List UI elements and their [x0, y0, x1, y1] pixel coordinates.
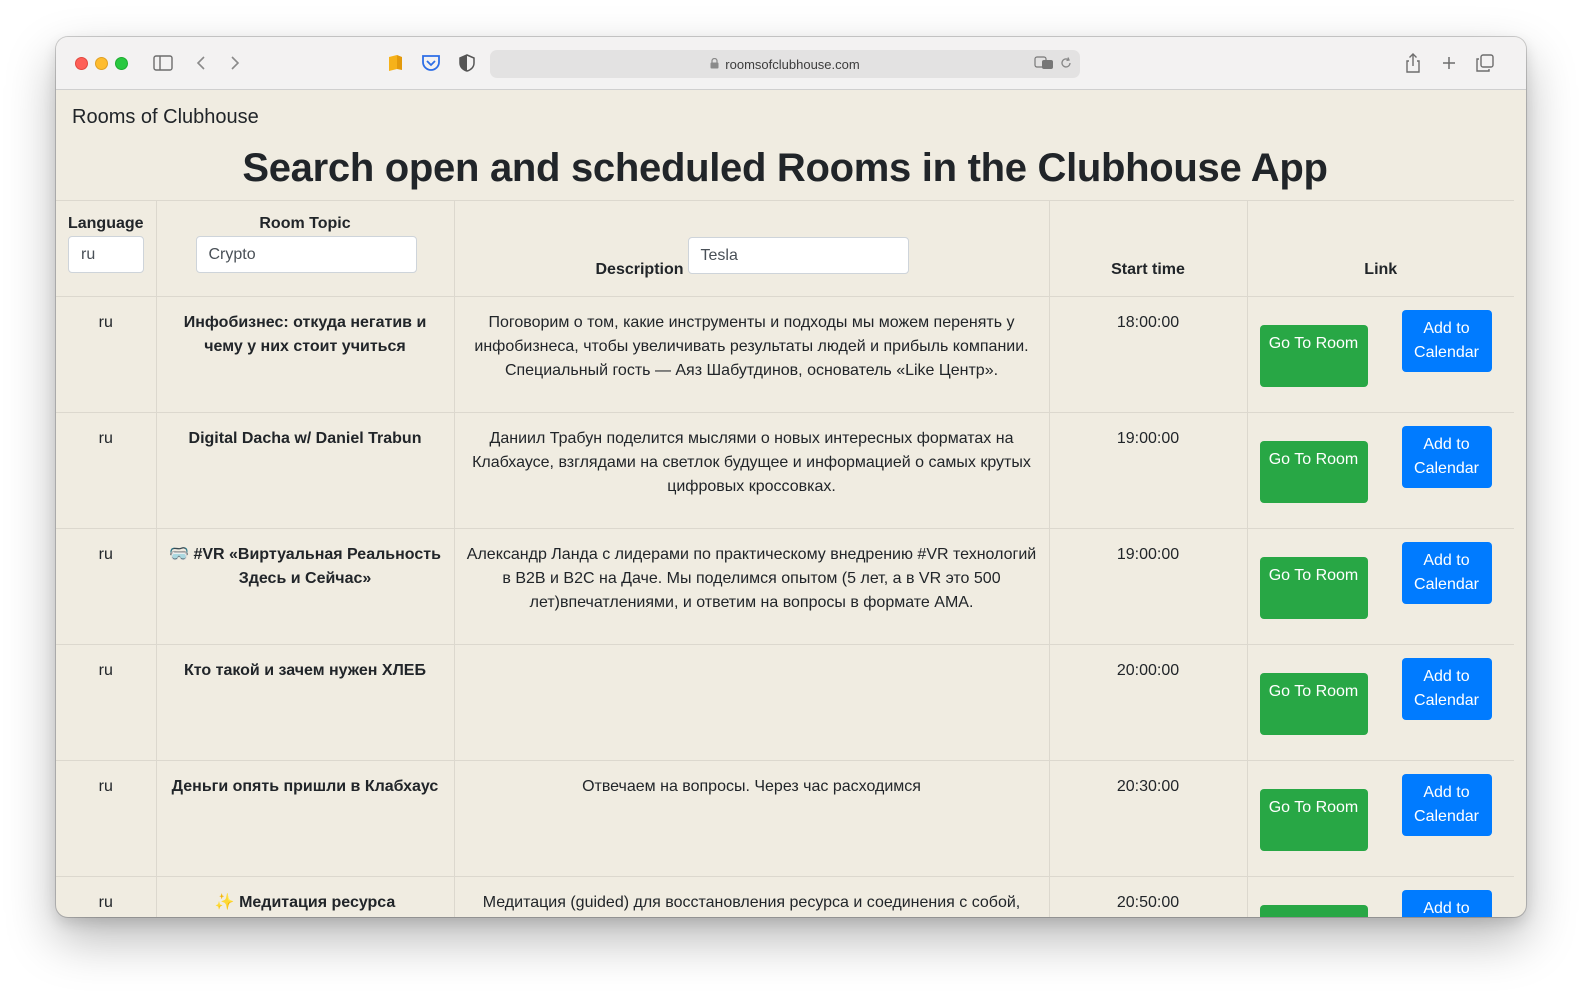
row-start-time: 20:30:00 — [1049, 760, 1248, 877]
rooms-table: Language ru Room Topic Crypto Descriptio… — [56, 200, 1514, 917]
plus-icon[interactable] — [1438, 52, 1460, 74]
row-topic: Кто такой и зачем нужен ХЛЕБ — [156, 644, 455, 761]
row-topic: Деньги опять пришли в Клабхаус — [156, 760, 455, 877]
bookmark-icon[interactable] — [384, 52, 406, 74]
table-row: ru Digital Dacha w/ Daniel Trabun Даниил… — [56, 412, 1514, 529]
go-to-room-button[interactable]: Go To Room — [1259, 789, 1368, 851]
row-description: Поговорим о том, какие инструменты и под… — [454, 296, 1050, 413]
back-icon[interactable] — [192, 52, 210, 74]
url-text: roomsofclubhouse.com — [725, 56, 860, 72]
language-header: Language ru — [56, 200, 157, 297]
go-to-room-button[interactable]: Go To Room — [1259, 441, 1368, 503]
go-to-room-button[interactable]: Go To Room — [1259, 325, 1368, 387]
row-topic: ✨ Медитация ресурса — [156, 876, 455, 917]
go-to-room-button[interactable]: Go To Room — [1259, 905, 1368, 917]
row-links: Go To Room Add to Calendar — [1247, 296, 1514, 413]
brand-link[interactable]: Rooms of Clubhouse — [72, 106, 259, 129]
add-to-calendar-button[interactable]: Add to Calendar — [1401, 658, 1492, 720]
start-time-header: Start time — [1049, 200, 1248, 297]
row-start-time: 19:00:00 — [1049, 528, 1248, 645]
row-links: Go To Room Add to Calendar — [1247, 644, 1514, 761]
description-filter-input[interactable]: Tesla — [687, 237, 909, 274]
table-row: ru Деньги опять пришли в Клабхаус Отвеча… — [56, 760, 1514, 877]
add-to-calendar-button[interactable]: Add to Calendar — [1401, 890, 1492, 917]
table-row: ru Инфобизнес: откуда негатив и чему у н… — [56, 296, 1514, 413]
table-row: ru ✨ Медитация ресурса Медитация (guided… — [56, 876, 1514, 917]
row-links: Go To Room Add to Calendar — [1247, 876, 1514, 917]
topic-header: Room Topic Crypto — [156, 200, 455, 297]
row-language: ru — [56, 644, 157, 761]
row-description: Александр Ланда с лидерами по практическ… — [454, 528, 1050, 645]
row-start-time: 18:00:00 — [1049, 296, 1248, 413]
row-language: ru — [56, 296, 157, 413]
row-topic: 🥽 #VR «Виртуальная Реальность Здесь и Се… — [156, 528, 455, 645]
row-language: ru — [56, 760, 157, 877]
link-label: Link — [1364, 261, 1398, 278]
add-to-calendar-button[interactable]: Add to Calendar — [1401, 774, 1492, 836]
row-description: Медитация (guided) для восстановления ре… — [454, 876, 1050, 917]
table-row: ru Кто такой и зачем нужен ХЛЕБ 20:00:00… — [56, 644, 1514, 761]
share-icon[interactable] — [1402, 52, 1424, 74]
add-to-calendar-button[interactable]: Add to Calendar — [1401, 542, 1492, 604]
row-links: Go To Room Add to Calendar — [1247, 528, 1514, 645]
page-title: Search open and scheduled Rooms in the C… — [242, 146, 1328, 190]
go-to-room-button[interactable]: Go To Room — [1259, 673, 1368, 735]
reload-icon[interactable] — [1060, 57, 1072, 72]
row-start-time: 20:50:00 — [1049, 876, 1248, 917]
topic-filter-input[interactable]: Crypto — [195, 236, 417, 273]
row-links: Go To Room Add to Calendar — [1247, 412, 1514, 529]
row-topic: Digital Dacha w/ Daniel Trabun — [156, 412, 455, 529]
add-to-calendar-button[interactable]: Add to Calendar — [1401, 310, 1492, 372]
add-to-calendar-button[interactable]: Add to Calendar — [1401, 426, 1492, 488]
row-language: ru — [56, 876, 157, 917]
description-label: Description — [595, 261, 684, 278]
pocket-icon[interactable] — [420, 52, 442, 74]
link-header: Link — [1247, 200, 1514, 297]
sidebar-icon[interactable] — [152, 52, 174, 74]
shield-icon[interactable] — [456, 52, 478, 74]
row-description — [454, 644, 1050, 761]
table-row: ru 🥽 #VR «Виртуальная Реальность Здесь и… — [56, 528, 1514, 645]
table-header-row: Language ru Room Topic Crypto Descriptio… — [56, 200, 1514, 297]
lock-icon — [710, 57, 719, 72]
language-filter-input[interactable]: ru — [68, 236, 144, 273]
language-label: Language — [67, 215, 144, 232]
translate-icon[interactable] — [1034, 56, 1054, 73]
minimize-window-button[interactable] — [95, 57, 108, 70]
row-description: Даниил Трабун поделится мыслями о новых … — [454, 412, 1050, 529]
row-links: Go To Room Add to Calendar — [1247, 760, 1514, 877]
start-time-label: Start time — [1111, 261, 1185, 278]
topic-label: Room Topic — [259, 215, 351, 232]
row-start-time: 20:00:00 — [1049, 644, 1248, 761]
maximize-window-button[interactable] — [115, 57, 128, 70]
tabs-icon[interactable] — [1474, 52, 1496, 74]
row-language: ru — [56, 412, 157, 529]
close-window-button[interactable] — [75, 57, 88, 70]
row-language: ru — [56, 528, 157, 645]
row-topic: Инфобизнес: откуда негатив и чему у них … — [156, 296, 455, 413]
forward-icon[interactable] — [226, 52, 244, 74]
browser-window: roomsofclubhouse.com Rooms of Clubhouse … — [56, 37, 1526, 917]
description-header: Description Tesla — [454, 200, 1050, 297]
browser-toolbar: roomsofclubhouse.com — [56, 37, 1526, 90]
row-description: Отвечаем на вопросы. Через час расходимс… — [454, 760, 1050, 877]
go-to-room-button[interactable]: Go To Room — [1259, 557, 1368, 619]
address-bar[interactable]: roomsofclubhouse.com — [490, 50, 1080, 78]
row-start-time: 19:00:00 — [1049, 412, 1248, 529]
page-content: Rooms of Clubhouse Search open and sched… — [56, 90, 1526, 917]
